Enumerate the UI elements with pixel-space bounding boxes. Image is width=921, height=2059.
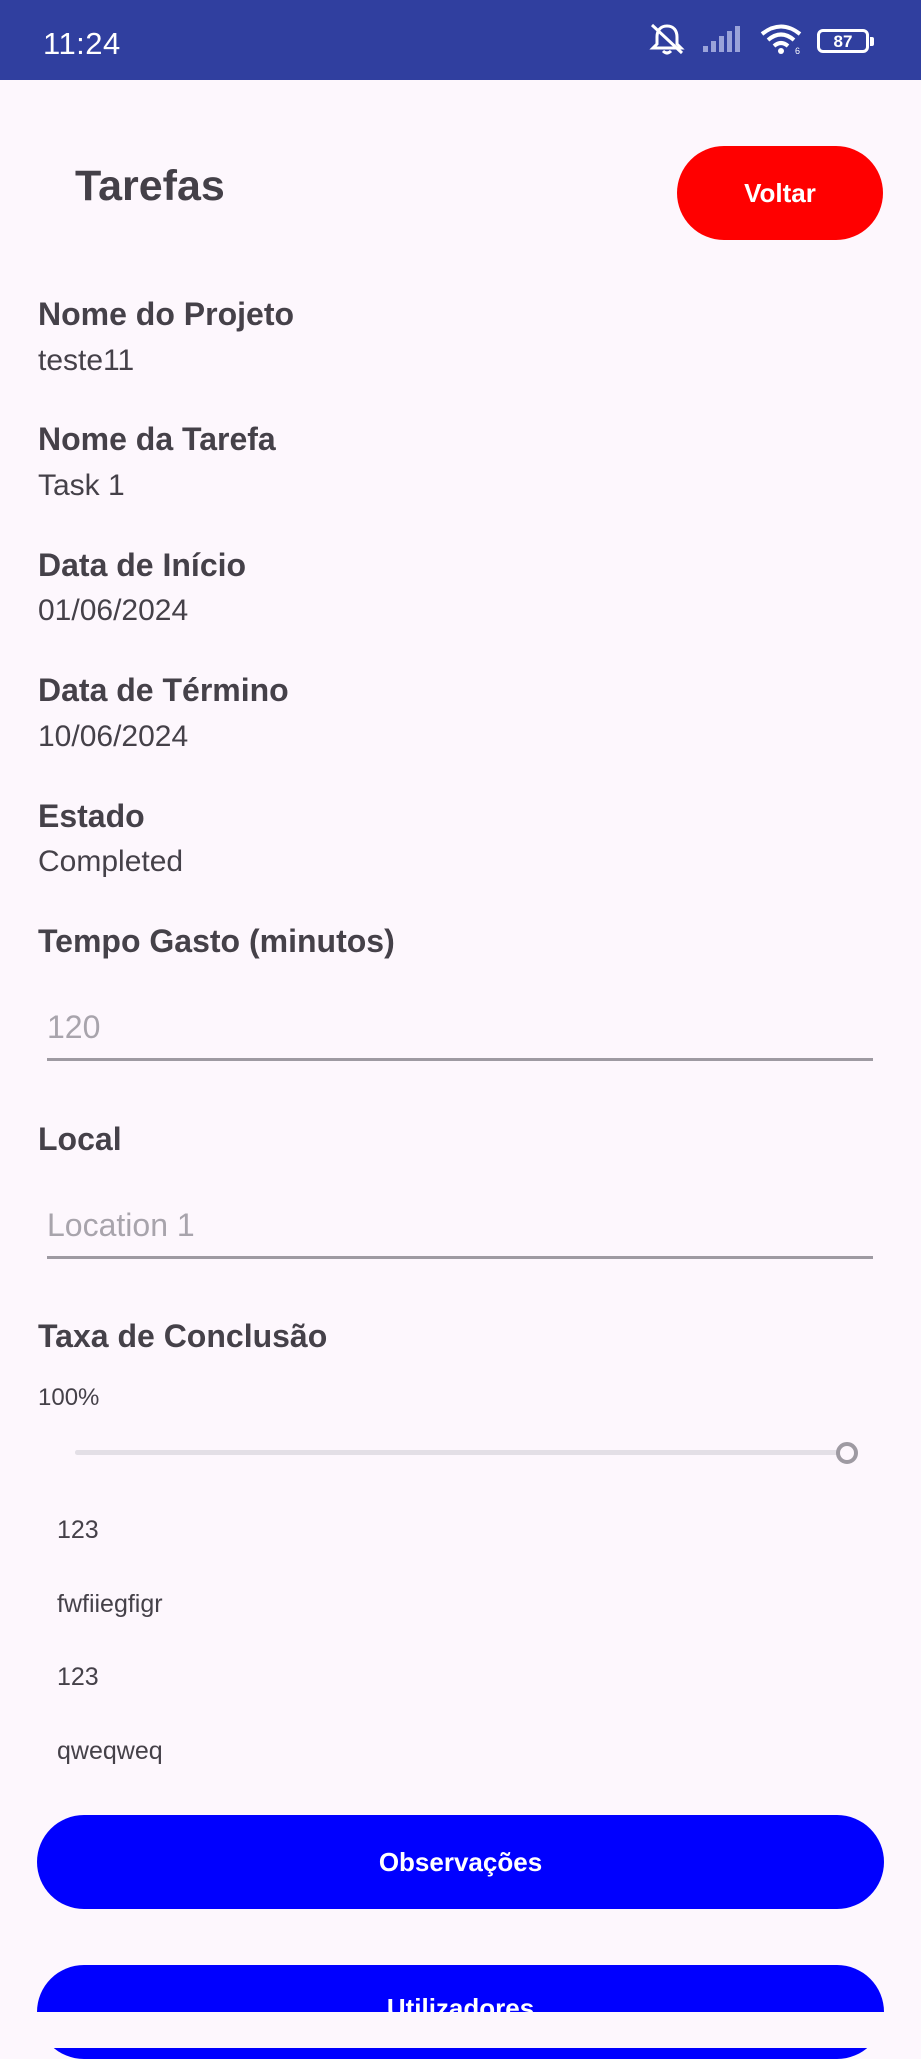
task-name-value: Task 1 bbox=[38, 469, 125, 502]
page-title: Tarefas bbox=[75, 162, 225, 210]
observation-item: fwfiiegfigr bbox=[57, 1589, 163, 1618]
bottom-edge bbox=[0, 2012, 921, 2048]
observation-item: 123 bbox=[57, 1663, 99, 1691]
end-date-label: Data de Término bbox=[38, 672, 289, 708]
time-spent-label: Tempo Gasto (minutos) bbox=[38, 923, 395, 959]
status-label: Estado bbox=[38, 798, 145, 834]
completion-slider-thumb[interactable] bbox=[836, 1442, 858, 1464]
back-button[interactable]: Voltar bbox=[677, 146, 883, 240]
start-date-value: 01/06/2024 bbox=[38, 594, 189, 627]
location-input[interactable] bbox=[47, 1200, 873, 1250]
completion-slider-fill bbox=[75, 1450, 847, 1455]
wifi-icon: 6 bbox=[759, 23, 803, 60]
project-name-label: Nome do Projeto bbox=[38, 296, 295, 332]
completion-percent: 100% bbox=[38, 1384, 100, 1411]
mute-notifications-icon bbox=[647, 22, 687, 61]
completion-label: Taxa de Conclusão bbox=[38, 1318, 328, 1354]
completion-slider-track[interactable] bbox=[75, 1450, 847, 1455]
observation-item: qweqweq bbox=[57, 1736, 163, 1765]
end-date-value: 10/06/2024 bbox=[38, 720, 189, 753]
observations-button[interactable]: Observações bbox=[37, 1815, 884, 1909]
signal-icon bbox=[701, 24, 745, 59]
observations-list: 123 fwfiiegfigr 123 qweqweq bbox=[57, 1513, 163, 1807]
start-date-label: Data de Início bbox=[38, 547, 247, 583]
time-spent-field[interactable] bbox=[47, 1002, 873, 1061]
time-spent-input[interactable] bbox=[47, 1002, 873, 1052]
project-name-value: teste11 bbox=[38, 344, 135, 377]
svg-text:6: 6 bbox=[795, 46, 800, 55]
location-field[interactable] bbox=[47, 1200, 873, 1259]
battery-level: 87 bbox=[833, 31, 853, 51]
task-name-label: Nome da Tarefa bbox=[38, 421, 276, 457]
status-time: 11:24 bbox=[43, 26, 121, 61]
battery-icon: 87 bbox=[817, 29, 874, 53]
status-bar: 11:24 6 87 bbox=[0, 0, 921, 80]
status-value: Completed bbox=[38, 845, 184, 878]
observation-item: 123 bbox=[57, 1516, 99, 1544]
status-icons: 6 87 bbox=[647, 22, 874, 61]
location-label: Local bbox=[38, 1121, 122, 1157]
